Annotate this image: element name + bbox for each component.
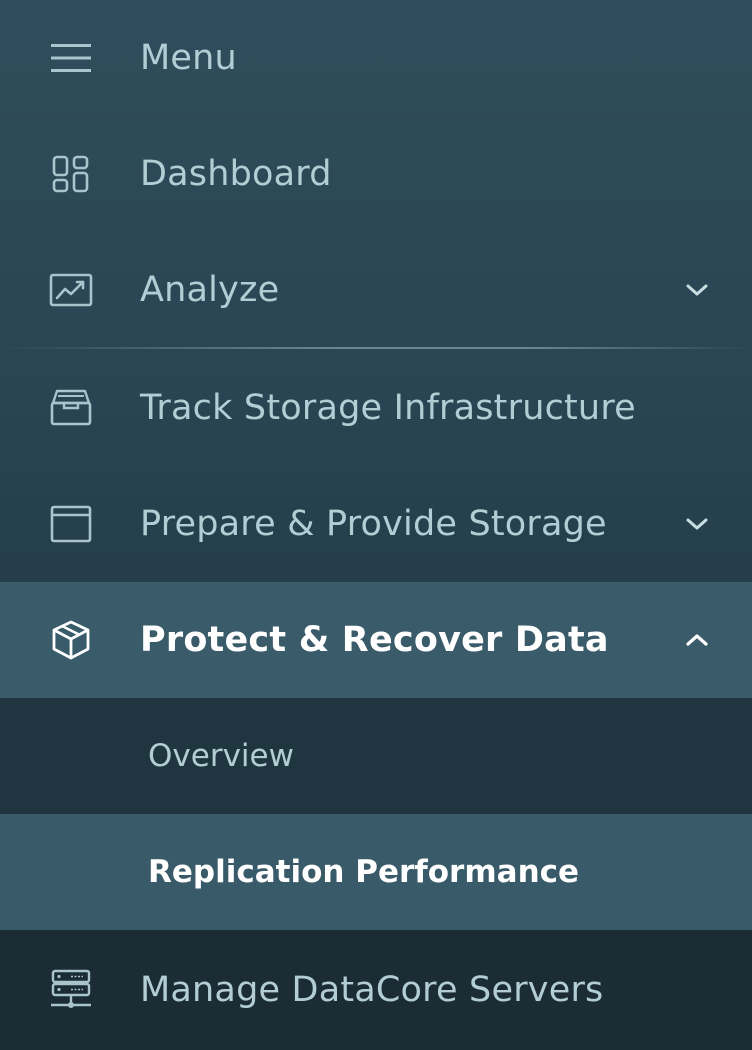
menu-toggle[interactable]: Menu: [0, 0, 752, 116]
nav-item-analyze[interactable]: Analyze: [0, 232, 752, 348]
window-icon: [46, 499, 96, 549]
subnav-item-overview[interactable]: Overview: [0, 698, 752, 814]
menu-title: Menu: [140, 38, 237, 78]
chart-line-icon: [46, 265, 96, 315]
nav-item-track-storage[interactable]: Track Storage Infrastructure: [0, 350, 752, 466]
nav-item-prepare-storage[interactable]: Prepare & Provide Storage: [0, 466, 752, 582]
storage-tray-icon: [46, 383, 96, 433]
subnav-item-label: Overview: [148, 738, 294, 774]
nav-item-manage-servers[interactable]: Manage DataCore Servers: [0, 930, 752, 1050]
nav-item-label: Prepare & Provide Storage: [140, 504, 607, 544]
hamburger-icon: [46, 33, 96, 83]
section-divider: [0, 347, 752, 349]
server-icon: [46, 965, 96, 1015]
nav-item-label: Track Storage Infrastructure: [140, 388, 636, 428]
chevron-up-icon[interactable]: [682, 625, 712, 655]
nav-item-label: Protect & Recover Data: [140, 620, 609, 660]
nav-item-label: Dashboard: [140, 154, 332, 194]
chevron-down-icon[interactable]: [682, 509, 712, 539]
nav-item-label: Manage DataCore Servers: [140, 970, 604, 1010]
sidebar-nav: Menu Dashboard Analyze Track Storage Inf…: [0, 0, 752, 1050]
dashboard-grid-icon: [46, 149, 96, 199]
chevron-down-icon[interactable]: [682, 275, 712, 305]
subnav-item-label: Replication Performance: [148, 854, 580, 890]
subnav-item-replication-performance[interactable]: Replication Performance: [0, 814, 752, 930]
nav-item-dashboard[interactable]: Dashboard: [0, 116, 752, 232]
box-cube-icon: [46, 615, 96, 665]
nav-item-label: Analyze: [140, 270, 280, 310]
nav-item-protect-recover[interactable]: Protect & Recover Data: [0, 582, 752, 698]
